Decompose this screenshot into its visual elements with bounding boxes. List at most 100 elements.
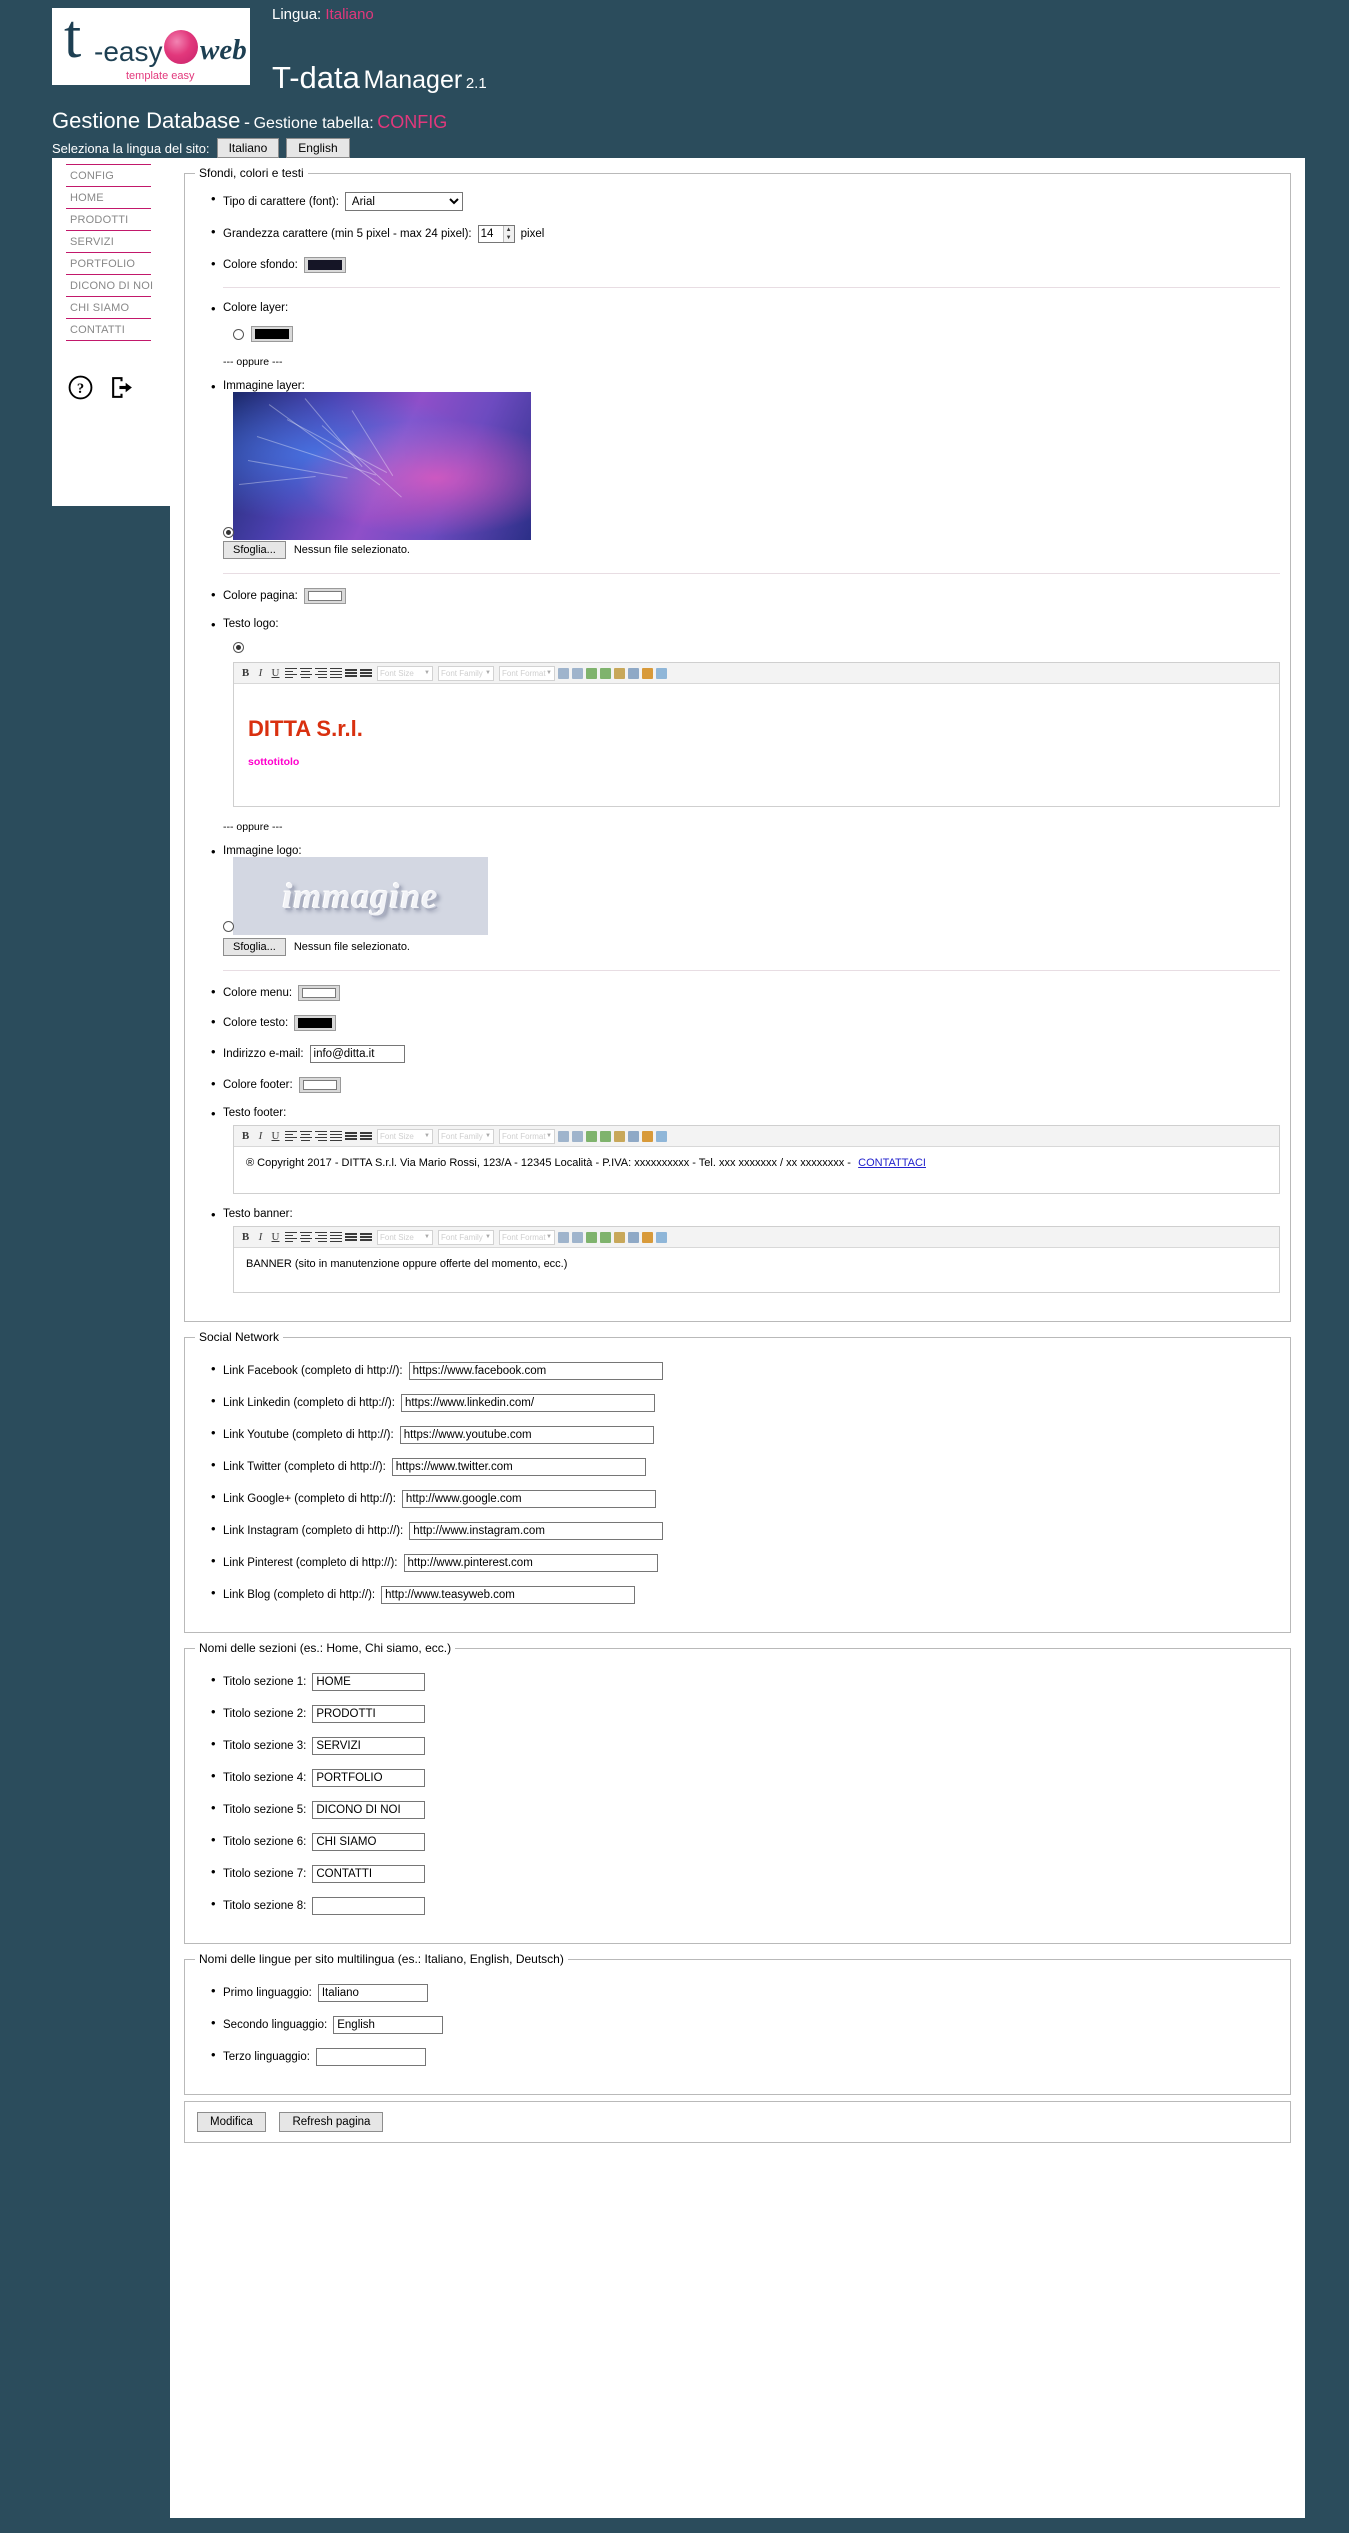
stepper-arrows[interactable]: ▲ ▼ bbox=[502, 226, 514, 242]
bold-icon[interactable]: B bbox=[239, 666, 252, 680]
footer-contact-link[interactable]: CONTATTACI bbox=[858, 1157, 926, 1169]
italic-icon[interactable]: I bbox=[254, 666, 267, 680]
facebook-input[interactable] bbox=[408, 1362, 663, 1380]
align-center-icon[interactable] bbox=[299, 1129, 312, 1143]
underline-icon[interactable]: U bbox=[269, 666, 282, 680]
layer-color-swatch[interactable] bbox=[251, 326, 293, 342]
font-size-combo[interactable]: Font Size ▼ bbox=[377, 1229, 433, 1245]
undo-icon[interactable] bbox=[586, 1231, 597, 1243]
ordered-list-icon[interactable] bbox=[344, 1129, 357, 1143]
bold-icon[interactable]: B bbox=[239, 1129, 252, 1143]
language-1-input[interactable] bbox=[317, 1984, 428, 2002]
layer-browse-button[interactable]: Sfoglia... bbox=[223, 541, 286, 559]
stepper-down-icon[interactable]: ▼ bbox=[503, 234, 514, 242]
section-1-input[interactable] bbox=[312, 1673, 426, 1691]
stepper-up-icon[interactable]: ▲ bbox=[503, 226, 514, 234]
lang-button-italiano[interactable]: Italiano bbox=[216, 138, 280, 158]
section-8-input[interactable] bbox=[312, 1897, 426, 1915]
indent-decrease-icon[interactable] bbox=[558, 1231, 569, 1243]
sidebar-item-home[interactable]: HOME bbox=[66, 187, 151, 209]
align-left-icon[interactable] bbox=[284, 1230, 297, 1244]
redo-icon[interactable] bbox=[600, 1231, 611, 1243]
layer-image-radio[interactable] bbox=[223, 527, 234, 538]
align-justify-icon[interactable] bbox=[329, 666, 342, 680]
unordered-list-icon[interactable] bbox=[359, 1129, 372, 1143]
footer-text-editor[interactable]: B I U Font Size ▼ Font Family ▼ Font Forma bbox=[233, 1125, 1280, 1194]
logo-text-editor[interactable]: B I U Font Size ▼ Font Family ▼ Font Forma bbox=[233, 662, 1280, 807]
sidebar-link-label[interactable]: CHI SIAMO bbox=[70, 302, 151, 314]
underline-icon[interactable]: U bbox=[269, 1129, 282, 1143]
indent-decrease-icon[interactable] bbox=[558, 667, 569, 679]
font-size-stepper[interactable]: ▲ ▼ bbox=[477, 225, 515, 243]
logo-editor-body[interactable]: DITTA S.r.l. sottotitolo bbox=[234, 684, 1279, 806]
font-family-combo[interactable]: Font Family ▼ bbox=[438, 665, 494, 681]
sidebar-link-label[interactable]: CONTATTI bbox=[70, 324, 151, 336]
font-format-combo[interactable]: Font Format ▼ bbox=[499, 1128, 555, 1144]
refresh-button[interactable]: Refresh pagina bbox=[279, 2112, 384, 2132]
language-2-input[interactable] bbox=[333, 2016, 444, 2034]
font-family-combo[interactable]: Font Family ▼ bbox=[438, 1128, 494, 1144]
sidebar-item-contatti[interactable]: CONTATTI bbox=[66, 319, 151, 341]
undo-icon[interactable] bbox=[586, 667, 597, 679]
layer-color-radio[interactable] bbox=[233, 328, 244, 340]
italic-icon[interactable]: I bbox=[254, 1129, 267, 1143]
font-size-combo[interactable]: Font Size ▼ bbox=[377, 665, 433, 681]
text-color-swatch[interactable] bbox=[294, 1015, 337, 1031]
help-icon[interactable]: ? bbox=[68, 375, 93, 400]
link-icon[interactable] bbox=[614, 667, 625, 679]
sidebar-link-label[interactable]: PORTFOLIO bbox=[70, 258, 151, 270]
language-3-input[interactable] bbox=[315, 2048, 426, 2066]
bg-color-swatch[interactable] bbox=[303, 257, 346, 273]
sidebar-item-chi-siamo[interactable]: CHI SIAMO bbox=[66, 297, 151, 319]
sidebar-link-label[interactable]: SERVIZI bbox=[70, 236, 151, 248]
link-icon[interactable] bbox=[614, 1231, 625, 1243]
anchor-icon[interactable] bbox=[642, 1231, 653, 1243]
font-size-input[interactable] bbox=[478, 226, 503, 242]
indent-increase-icon[interactable] bbox=[572, 1231, 583, 1243]
menu-color-swatch[interactable] bbox=[298, 985, 341, 1001]
sidebar-item-servizi[interactable]: SERVIZI bbox=[66, 231, 151, 253]
section-6-input[interactable] bbox=[312, 1833, 426, 1851]
sidebar-link-label[interactable]: CONFIG bbox=[70, 170, 151, 182]
section-4-input[interactable] bbox=[312, 1769, 426, 1787]
logo-image-radio[interactable] bbox=[223, 921, 234, 932]
sidebar-link-label[interactable]: DICONO DI NOI bbox=[70, 280, 153, 292]
image-icon[interactable] bbox=[656, 667, 667, 679]
font-family-combo[interactable]: Font Family ▼ bbox=[438, 1229, 494, 1245]
indent-increase-icon[interactable] bbox=[572, 667, 583, 679]
image-icon[interactable] bbox=[656, 1231, 667, 1243]
align-right-icon[interactable] bbox=[314, 666, 327, 680]
twitter-input[interactable] bbox=[391, 1458, 646, 1476]
align-left-icon[interactable] bbox=[284, 666, 297, 680]
banner-text-editor[interactable]: B I U Font Size ▼ Font Family ▼ Font Forma bbox=[233, 1226, 1280, 1293]
sidebar-item-dicono-di-noi[interactable]: DICONO DI NOI bbox=[66, 275, 153, 297]
image-icon[interactable] bbox=[656, 1130, 667, 1142]
sidebar-link-label[interactable]: HOME bbox=[70, 192, 151, 204]
page-color-swatch[interactable] bbox=[303, 588, 346, 604]
font-format-combo[interactable]: Font Format ▼ bbox=[499, 1229, 555, 1245]
font-size-combo[interactable]: Font Size ▼ bbox=[377, 1128, 433, 1144]
indent-increase-icon[interactable] bbox=[572, 1130, 583, 1142]
section-7-input[interactable] bbox=[312, 1865, 426, 1883]
lang-button-english[interactable]: English bbox=[286, 138, 350, 158]
sidebar-item-prodotti[interactable]: PRODOTTI bbox=[66, 209, 151, 231]
unordered-list-icon[interactable] bbox=[359, 666, 372, 680]
align-justify-icon[interactable] bbox=[329, 1230, 342, 1244]
italic-icon[interactable]: I bbox=[254, 1230, 267, 1244]
anchor-icon[interactable] bbox=[642, 667, 653, 679]
align-center-icon[interactable] bbox=[299, 666, 312, 680]
footer-color-swatch[interactable] bbox=[298, 1077, 341, 1093]
sidebar-item-config[interactable]: CONFIG bbox=[66, 164, 151, 187]
indent-decrease-icon[interactable] bbox=[558, 1130, 569, 1142]
font-type-select[interactable]: Arial bbox=[344, 192, 463, 211]
submit-button[interactable]: Modifica bbox=[197, 2112, 266, 2132]
logout-icon[interactable] bbox=[109, 375, 134, 400]
redo-icon[interactable] bbox=[600, 1130, 611, 1142]
footer-editor-body[interactable]: ® Copyright 2017 - DITTA S.r.l. Via Mari… bbox=[234, 1147, 1279, 1193]
section-2-input[interactable] bbox=[312, 1705, 426, 1723]
font-format-combo[interactable]: Font Format ▼ bbox=[499, 665, 555, 681]
unlink-icon[interactable] bbox=[628, 1130, 639, 1142]
instagram-input[interactable] bbox=[409, 1522, 664, 1540]
logo-browse-button[interactable]: Sfoglia... bbox=[223, 938, 286, 956]
anchor-icon[interactable] bbox=[642, 1130, 653, 1142]
